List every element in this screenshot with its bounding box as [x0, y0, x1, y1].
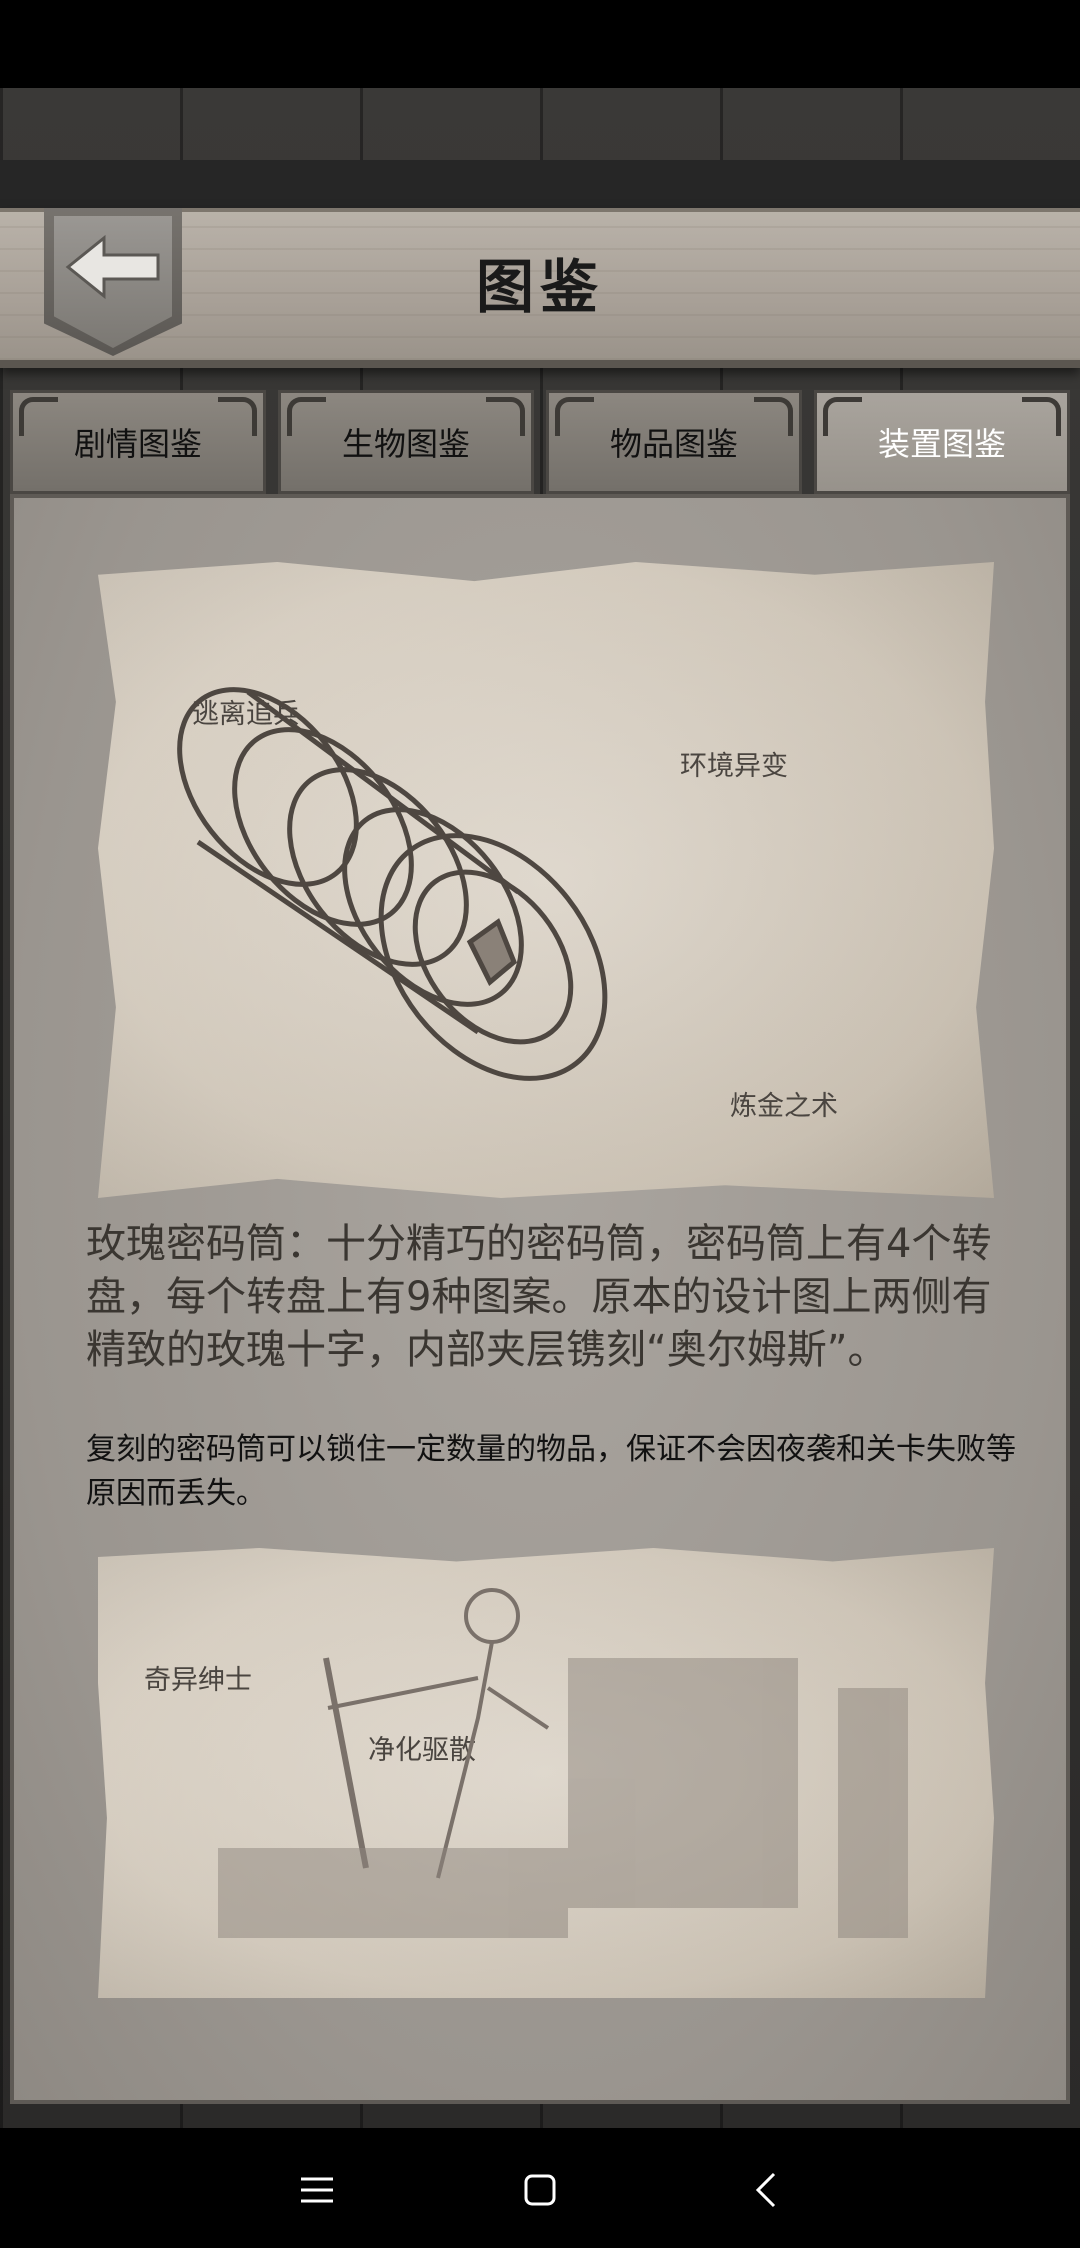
tab-bar: 剧情图鉴 生物图鉴 物品图鉴 装置图鉴 — [10, 390, 1070, 494]
top-strip — [0, 160, 1080, 212]
page-title: 图鉴 — [475, 253, 604, 321]
home-icon — [524, 2174, 556, 2206]
entry-card-gentleman[interactable]: 奇异绅士 净化驱散 — [98, 1548, 994, 1998]
menu-icon — [301, 2177, 333, 2203]
tab-devices[interactable]: 装置图鉴 — [814, 390, 1070, 494]
chevron-left-icon — [755, 2172, 776, 2208]
entry-card-cryptex[interactable]: 逃离追兵 环境异变 炼金之术 — [98, 562, 994, 1198]
tab-items[interactable]: 物品图鉴 — [546, 390, 802, 494]
tab-creatures[interactable]: 生物图鉴 — [278, 390, 534, 494]
content-panel: 逃离追兵 环境异变 炼金之术 玫瑰密码筒：十分精巧的密码筒，密码筒上有4个转盘，… — [10, 494, 1070, 2104]
gentleman-sketch — [218, 1588, 908, 1938]
menu-button[interactable] — [277, 2150, 357, 2230]
cryptex-sketch — [177, 687, 608, 1081]
status-bar — [0, 0, 1080, 88]
entry-effect: 复刻的密码筒可以锁住一定数量的物品，保证不会因夜袭和关卡失败等原因而丢失。 — [86, 1432, 1016, 1511]
back-nav-button[interactable] — [726, 2150, 806, 2230]
entry-description: 玫瑰密码筒：十分精巧的密码筒，密码筒上有4个转盘，每个转盘上有9种图案。原本的设… — [86, 1221, 992, 1373]
tab-story[interactable]: 剧情图鉴 — [10, 390, 266, 494]
home-button[interactable] — [500, 2150, 580, 2230]
